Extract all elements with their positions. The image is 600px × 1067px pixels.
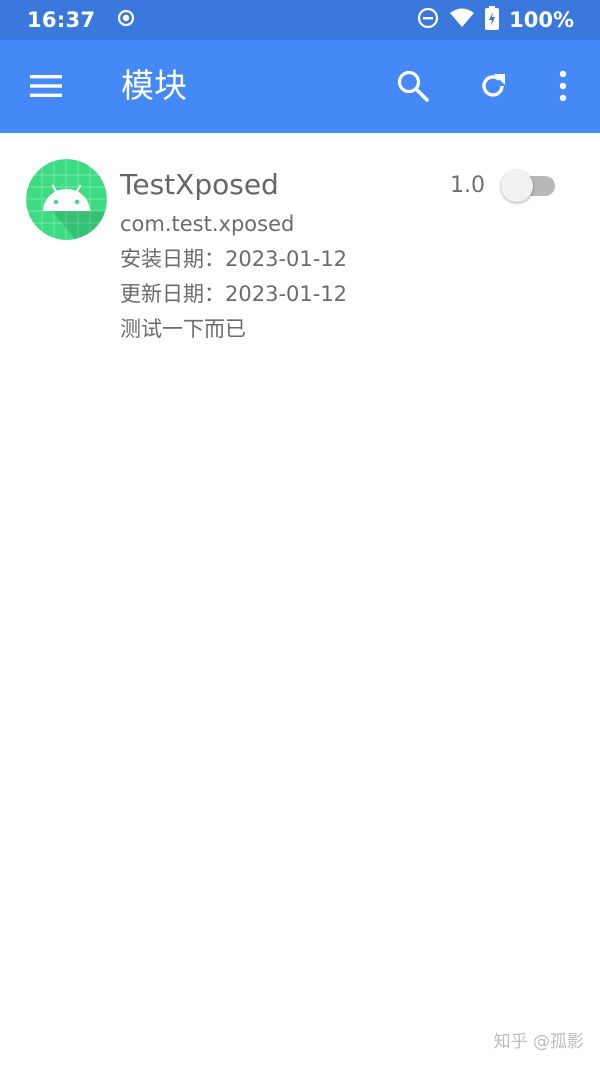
module-package: com.test.xposed: [120, 212, 295, 236]
module-list-item[interactable]: TestXposed 1.0 com.test.xposed 安装日期：2023…: [0, 133, 600, 363]
do-not-disturb-icon: [417, 7, 439, 33]
switch-thumb: [501, 170, 533, 202]
more-vert-icon[interactable]: [541, 64, 585, 108]
module-version: 1.0: [450, 173, 485, 198]
record-icon: [117, 9, 135, 31]
battery-charging-icon: [485, 6, 500, 34]
app-bar: 模块: [0, 40, 600, 133]
module-install-date: 安装日期：2023-01-12: [120, 247, 348, 271]
status-time: 16:37: [27, 8, 96, 32]
status-bar: 16:37 100%: [0, 0, 600, 40]
wifi-icon: [449, 7, 475, 33]
android-icon: [26, 159, 107, 240]
battery-level: 100%: [509, 8, 574, 32]
module-name: TestXposed: [120, 168, 279, 201]
watermark: 知乎 @孤影: [493, 1032, 584, 1052]
search-icon[interactable]: [391, 64, 435, 108]
module-update-date: 更新日期：2023-01-12: [120, 282, 348, 306]
status-left: 16:37: [27, 8, 135, 32]
page-title: 模块: [121, 66, 187, 105]
module-enable-switch[interactable]: [501, 168, 557, 202]
menu-icon[interactable]: [28, 71, 64, 101]
status-right: 100%: [417, 6, 574, 34]
module-description: 测试一下而已: [120, 317, 246, 341]
refresh-icon[interactable]: [471, 64, 515, 108]
